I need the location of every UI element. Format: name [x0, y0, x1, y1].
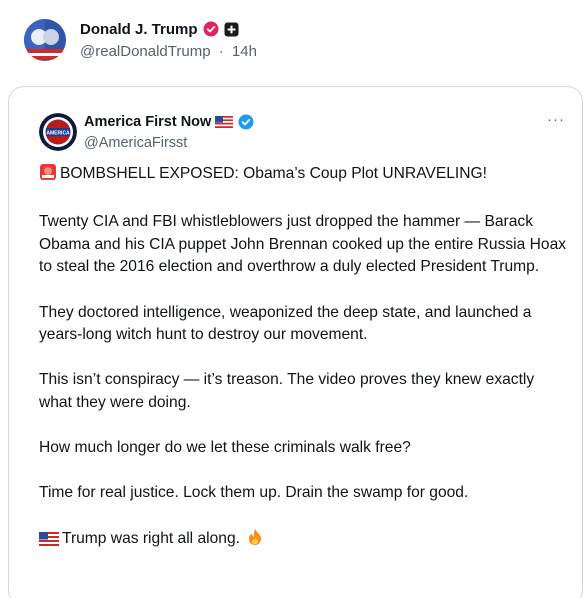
quoted-post-header: AMERICA America First Now @AmericaFirsst — [39, 111, 254, 153]
quoted-post-text: BOMBSHELL EXPOSED: Obama’s Coup Plot UNR… — [39, 163, 569, 553]
paragraph-text: Trump was right all along. — [62, 529, 240, 547]
quoted-display-name[interactable]: America First Now — [84, 114, 211, 130]
police-light-icon — [39, 163, 57, 189]
government-affiliate-icon[interactable] — [224, 22, 239, 37]
post-paragraph: Time for real justice. Lock them up. Dra… — [39, 484, 469, 502]
more-options-button[interactable]: ··· — [546, 112, 566, 131]
outer-display-name[interactable]: Donald J. Trump — [80, 21, 198, 38]
us-flag-icon — [39, 531, 59, 554]
post-paragraph: Trump was right all along. — [39, 528, 569, 554]
post-paragraph: BOMBSHELL EXPOSED: Obama’s Coup Plot UNR… — [39, 163, 569, 189]
quoted-handle[interactable]: @AmericaFirsst — [84, 135, 254, 151]
verified-blue-badge-icon[interactable] — [238, 114, 254, 130]
avatar[interactable] — [24, 19, 66, 61]
us-flag-icon — [215, 116, 234, 128]
fire-icon — [247, 528, 263, 554]
post-time[interactable]: 14h — [232, 43, 257, 60]
separator-dot: · — [218, 43, 224, 60]
quoted-post-card[interactable]: AMERICA America First Now @AmericaFirsst… — [8, 86, 583, 598]
post-paragraph: They doctored intelligence, weaponized t… — [39, 303, 532, 344]
outer-post-header: Donald J. Trump @realDonaldTrump · 14h — [24, 16, 257, 64]
svg-text:AMERICA: AMERICA — [46, 131, 70, 137]
post-paragraph: Twenty CIA and FBI whistleblowers just d… — [39, 213, 567, 276]
paragraph-text: BOMBSHELL EXPOSED: Obama’s Coup Plot UNR… — [60, 165, 487, 182]
verified-pink-badge-icon[interactable] — [203, 21, 219, 37]
outer-handle[interactable]: @realDonaldTrump — [80, 43, 211, 60]
avatar[interactable]: AMERICA — [39, 113, 77, 151]
outer-handle-row: @realDonaldTrump · 14h — [80, 43, 257, 60]
post-paragraph: This isn’t conspiracy — it’s treason. Th… — [39, 371, 535, 411]
post-paragraph: How much longer do we let these criminal… — [39, 439, 411, 457]
